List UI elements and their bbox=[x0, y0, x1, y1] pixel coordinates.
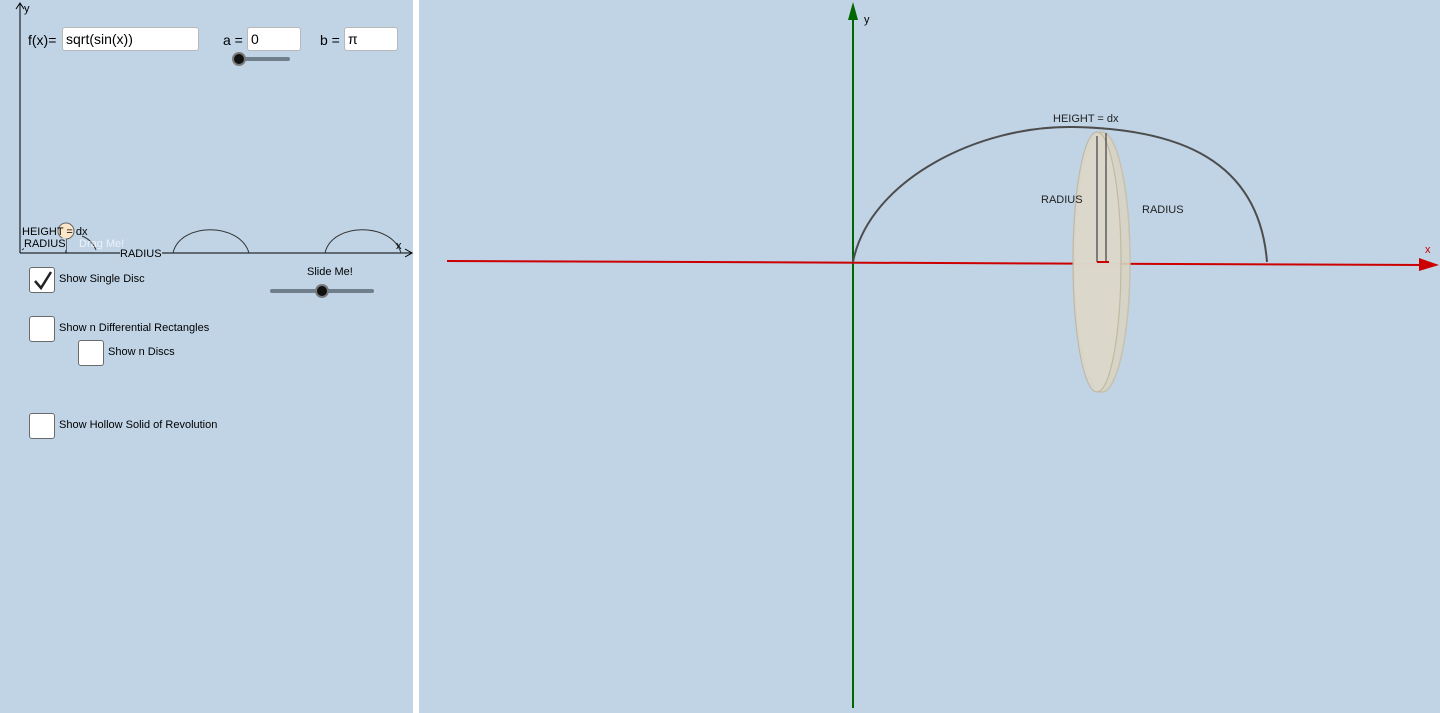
function-input[interactable] bbox=[62, 27, 199, 51]
checkmark-icon bbox=[34, 271, 53, 291]
show-single-disc-label: Show Single Disc bbox=[59, 273, 145, 285]
3d-y-axis-label: y bbox=[864, 14, 870, 26]
3d-y-axis-arrow bbox=[848, 2, 858, 20]
left-x-axis-label: x bbox=[396, 240, 402, 252]
3d-graphics-canvas bbox=[446, 2, 1439, 708]
show-n-discs-checkbox[interactable] bbox=[78, 340, 104, 366]
left-graphics-panel: y x HEIGHT = dx RADIUS Drag Me! RADIUS f… bbox=[0, 0, 413, 713]
a-slider-knob[interactable] bbox=[232, 52, 246, 66]
left-graphics-canvas bbox=[15, 2, 413, 258]
left-radius-label: RADIUS bbox=[24, 238, 66, 250]
left-height-label: HEIGHT = dx bbox=[22, 226, 88, 238]
3d-graphics-panel: y x HEIGHT = dx RADIUS RADIUS bbox=[419, 0, 1440, 713]
3d-x-axis-label: x bbox=[1425, 244, 1431, 256]
drag-me-label: Drag Me! bbox=[79, 238, 125, 250]
show-n-rectangles-checkbox[interactable] bbox=[29, 316, 55, 342]
3d-radius-label-left: RADIUS bbox=[1041, 194, 1083, 206]
3d-x-axis-arrow bbox=[1419, 258, 1439, 271]
show-hollow-solid-checkbox[interactable] bbox=[29, 413, 55, 439]
left-y-axis-label: y bbox=[24, 3, 30, 15]
3d-radius-label-right: RADIUS bbox=[1142, 204, 1184, 216]
3d-x-axis bbox=[446, 260, 1425, 266]
left-hump-1 bbox=[172, 229, 250, 254]
show-single-disc-checkbox[interactable] bbox=[29, 267, 55, 293]
3d-height-label: HEIGHT = dx bbox=[1053, 113, 1119, 125]
left-hump-2 bbox=[324, 229, 402, 254]
a-label: a = bbox=[223, 32, 243, 48]
n-slider-knob[interactable] bbox=[315, 284, 329, 298]
function-label: f(x)= bbox=[28, 32, 57, 48]
b-label: b = bbox=[320, 32, 340, 48]
b-input[interactable] bbox=[344, 27, 398, 51]
left-radius-label-mid: RADIUS bbox=[120, 248, 162, 260]
slide-me-label: Slide Me! bbox=[307, 266, 353, 278]
show-n-rectangles-label: Show n Differential Rectangles bbox=[59, 322, 210, 334]
show-n-discs-label: Show n Discs bbox=[108, 346, 175, 358]
a-input[interactable] bbox=[247, 27, 301, 51]
show-hollow-solid-label: Show Hollow Solid of Revolution bbox=[59, 419, 218, 431]
